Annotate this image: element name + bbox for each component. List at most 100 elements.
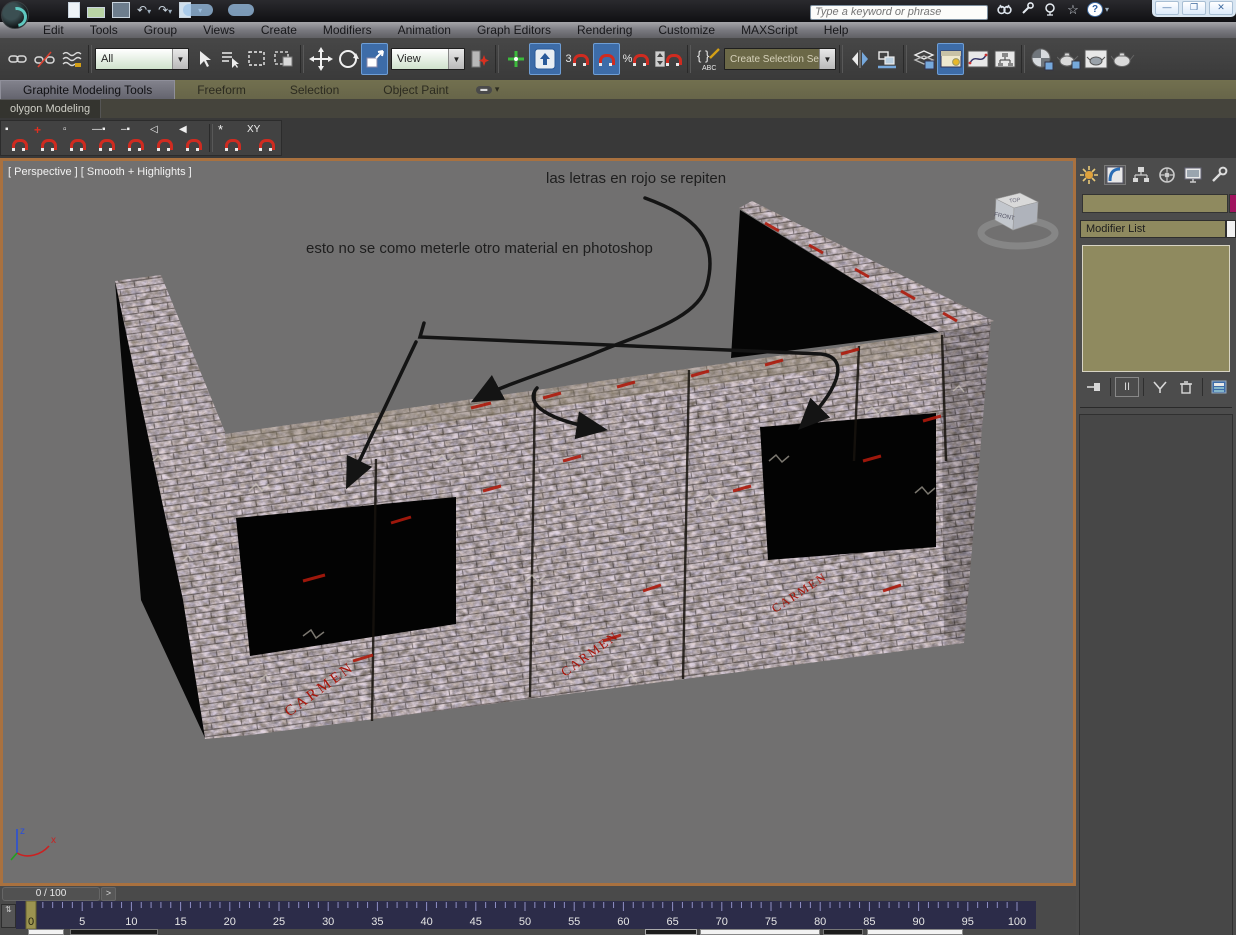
select-and-link-button[interactable] bbox=[4, 43, 31, 75]
align-button[interactable] bbox=[873, 43, 900, 75]
reference-coordinate-dropdown[interactable]: View ▼ bbox=[391, 48, 465, 70]
chevron-down-icon[interactable]: ▼ bbox=[819, 49, 835, 69]
window-opening-right[interactable] bbox=[760, 413, 936, 560]
render-setup-button[interactable] bbox=[1055, 43, 1082, 75]
object-name-field[interactable] bbox=[1082, 194, 1228, 213]
polygon-modeling-panel-label[interactable]: olygon Modeling bbox=[0, 99, 102, 120]
snap-all-button[interactable]: * bbox=[216, 123, 245, 153]
snap-midpoint-button[interactable]: –▪ bbox=[119, 123, 148, 153]
tab-graphite-modeling-tools[interactable]: Graphite Modeling Tools bbox=[0, 80, 176, 99]
menu-views[interactable]: Views bbox=[190, 23, 248, 37]
timeline-ruler[interactable]: 5 10 15 20 25 30 35 40 45 50 55 60 65 70 75 80 85 90 95 100… bbox=[0, 900, 1076, 930]
modifier-stack-list[interactable] bbox=[1082, 245, 1230, 372]
tab-freeform[interactable]: Freeform bbox=[175, 80, 268, 99]
modifier-list-dropdown-button[interactable] bbox=[1226, 220, 1236, 238]
close-button[interactable]: ✕ bbox=[1209, 1, 1233, 15]
remove-modifier-button[interactable] bbox=[1174, 377, 1198, 397]
menu-rendering[interactable]: Rendering bbox=[564, 23, 645, 37]
unlink-selection-button[interactable] bbox=[31, 43, 58, 75]
open-minitrack-button[interactable]: ⇅ bbox=[1, 904, 16, 928]
menu-modifiers[interactable]: Modifiers bbox=[310, 23, 385, 37]
viewport-label[interactable]: [ Perspective ] [ Smooth + Highlights ] bbox=[8, 166, 192, 178]
tab-motion[interactable] bbox=[1156, 165, 1178, 185]
tab-object-paint[interactable]: Object Paint bbox=[361, 80, 470, 99]
configure-modifier-sets-button[interactable] bbox=[1207, 377, 1231, 397]
next-frame-button[interactable]: > bbox=[101, 887, 116, 901]
menu-graph-editors[interactable]: Graph Editors bbox=[464, 23, 564, 37]
window-crossing-toggle-button[interactable] bbox=[270, 43, 297, 75]
manage-layers-button[interactable] bbox=[910, 43, 937, 75]
named-selection-set-dropdown[interactable]: Create Selection Se ▼ bbox=[724, 48, 836, 70]
new-scene-icon[interactable] bbox=[68, 2, 80, 18]
menu-tools[interactable]: Tools bbox=[77, 23, 131, 37]
make-unique-button[interactable] bbox=[1148, 377, 1172, 397]
rectangular-selection-region-button[interactable] bbox=[243, 43, 270, 75]
modifier-list-dropdown[interactable]: Modifier List bbox=[1080, 220, 1226, 238]
favorites-icon[interactable]: ☆ bbox=[1064, 2, 1082, 18]
application-menu-button[interactable] bbox=[1, 1, 31, 31]
tab-display[interactable] bbox=[1182, 165, 1204, 185]
menu-maxscript[interactable]: MAXScript bbox=[728, 23, 811, 37]
communication-center-icon[interactable] bbox=[1018, 2, 1036, 18]
select-and-rotate-button[interactable] bbox=[334, 43, 361, 75]
curve-editor-button[interactable] bbox=[964, 43, 991, 75]
select-by-name-button[interactable] bbox=[216, 43, 243, 75]
subscription-icon[interactable] bbox=[1041, 2, 1059, 18]
spinner-snap-toggle-button[interactable] bbox=[652, 43, 684, 75]
undo-icon[interactable]: ↶▾ bbox=[137, 3, 151, 17]
viewcube[interactable]: TOP FRONT bbox=[977, 192, 1059, 250]
keyboard-shortcut-override-toggle[interactable] bbox=[529, 43, 561, 75]
snap-vertex-button[interactable]: ▪ bbox=[3, 123, 32, 153]
snap-pivot-button[interactable]: + bbox=[32, 123, 61, 153]
perspective-viewport[interactable]: CARMEN CARMEN CARMEN las letras en rojo … bbox=[3, 161, 1073, 883]
minimize-button[interactable]: — bbox=[1155, 1, 1179, 15]
tab-modify[interactable] bbox=[1104, 165, 1126, 185]
tab-utilities[interactable] bbox=[1208, 165, 1230, 185]
chevron-down-icon[interactable]: ▼ bbox=[448, 49, 464, 69]
snap-edge-button[interactable]: —▪ bbox=[90, 123, 119, 153]
selection-filter-dropdown[interactable]: All ▼ bbox=[95, 48, 189, 70]
select-and-manipulate-button[interactable] bbox=[502, 43, 529, 75]
render-production-button[interactable] bbox=[1109, 43, 1136, 75]
snap-xy-button[interactable]: XY bbox=[245, 123, 279, 153]
edit-named-selection-sets-button[interactable]: { } ABC bbox=[694, 43, 724, 75]
snap-face-button[interactable]: ◁ bbox=[148, 123, 177, 153]
snap-point-button[interactable]: ▫ bbox=[61, 123, 90, 153]
chevron-down-icon[interactable]: ▼ bbox=[172, 49, 188, 69]
help-dropdown-icon[interactable]: ▾ bbox=[1105, 5, 1109, 14]
material-editor-button[interactable] bbox=[1028, 43, 1055, 75]
redo-icon[interactable]: ↷▾ bbox=[158, 3, 172, 17]
tab-create[interactable] bbox=[1078, 165, 1100, 185]
menu-help[interactable]: Help bbox=[811, 23, 862, 37]
menu-group[interactable]: Group bbox=[131, 23, 190, 37]
menu-edit[interactable]: Edit bbox=[30, 23, 77, 37]
select-object-button[interactable] bbox=[189, 43, 216, 75]
search-icon[interactable] bbox=[995, 2, 1013, 18]
snaps-toggle-3d-button[interactable]: 3 bbox=[561, 43, 593, 75]
search-field[interactable] bbox=[810, 2, 988, 20]
open-file-icon[interactable] bbox=[87, 6, 105, 18]
rollout-area[interactable] bbox=[1079, 414, 1233, 935]
pin-stack-button[interactable] bbox=[1082, 377, 1106, 397]
graphite-modeling-ribbon-toggle[interactable] bbox=[937, 43, 964, 75]
restore-button[interactable]: ❐ bbox=[1182, 1, 1206, 15]
help-icon[interactable]: ? bbox=[1087, 2, 1103, 17]
tab-selection[interactable]: Selection bbox=[268, 80, 361, 99]
use-pivot-point-center-button[interactable] bbox=[465, 43, 492, 75]
save-file-icon[interactable] bbox=[112, 2, 130, 18]
menu-animation[interactable]: Animation bbox=[385, 23, 464, 37]
menu-customize[interactable]: Customize bbox=[645, 23, 728, 37]
rendered-frame-window-button[interactable] bbox=[1082, 43, 1109, 75]
select-and-move-button[interactable] bbox=[307, 43, 334, 75]
select-and-scale-button[interactable] bbox=[361, 43, 388, 75]
mirror-button[interactable] bbox=[846, 43, 873, 75]
bind-to-space-warp-button[interactable] bbox=[58, 43, 85, 75]
snap-face-center-button[interactable]: ◀ bbox=[177, 123, 206, 153]
tab-hierarchy[interactable] bbox=[1130, 165, 1152, 185]
angle-snap-toggle-button[interactable] bbox=[593, 43, 620, 75]
schematic-view-button[interactable] bbox=[991, 43, 1018, 75]
object-color-swatch[interactable] bbox=[1229, 194, 1236, 213]
percent-snap-toggle-button[interactable]: % bbox=[620, 43, 652, 75]
menu-create[interactable]: Create bbox=[248, 23, 310, 37]
search-input[interactable] bbox=[810, 4, 988, 20]
